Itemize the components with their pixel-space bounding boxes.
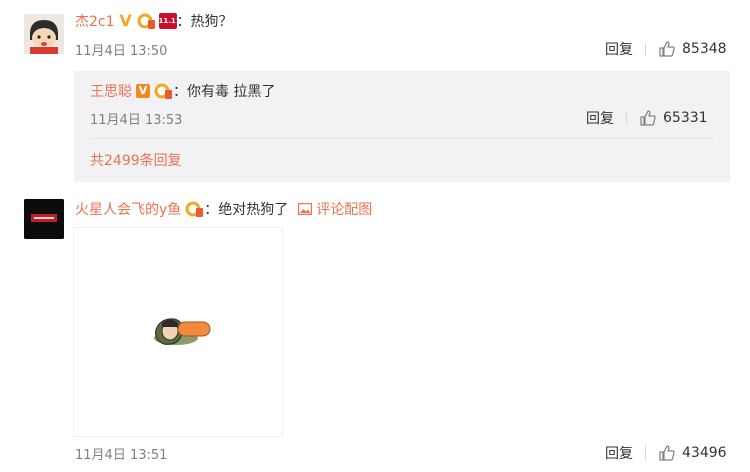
weibo-comment-list: 杰2c1 V 11.11 ：热狗？ 11月4日 13:50 回复 85348 王…	[0, 0, 750, 472]
thumbs-up-icon[interactable]	[658, 40, 676, 58]
comment-image[interactable]	[73, 227, 283, 437]
comment-timestamp: 11月4日 13:50	[75, 43, 168, 59]
comment-actions: 回复 85348	[605, 39, 727, 59]
event-11-11-badge-icon: 11.11	[158, 13, 181, 29]
like-count: 43496	[682, 445, 727, 461]
comment-picture-link[interactable]: 评论配图	[298, 199, 372, 219]
comment-header: 杰2c1 V 11.11 ：热狗？	[75, 10, 233, 32]
comment-timestamp: 11月4日 13:51	[75, 447, 168, 463]
divider	[90, 138, 714, 139]
divider	[626, 111, 627, 125]
like-count: 85348	[682, 41, 727, 57]
thumbs-up-icon[interactable]	[639, 109, 657, 127]
reply-header: 王思聪 V ：你有毒 拉黑了	[90, 80, 275, 102]
verified-v-icon: V	[119, 11, 132, 30]
reply-actions: 回复 65331	[586, 108, 708, 128]
reply-button[interactable]: 回复	[586, 108, 614, 128]
comment-header: 火星人会飞的y鱼 ：绝对热狗了 评论配图	[75, 198, 372, 220]
hotdog-sticker-icon	[154, 318, 211, 345]
reply-text: ：你有毒 拉黑了	[173, 84, 276, 100]
reply-username-link[interactable]: 王思聪	[90, 81, 132, 101]
reply-timestamp: 11月4日 13:53	[90, 112, 183, 128]
comment-text: ：绝对热狗了	[204, 202, 289, 218]
reply-button[interactable]: 回复	[605, 39, 633, 59]
like-count: 65331	[663, 110, 708, 126]
comment-text: ：热狗？	[176, 14, 233, 30]
reply-button[interactable]: 回复	[605, 443, 633, 463]
comment-actions: 回复 43496	[605, 443, 727, 463]
cartoon-avatar-icon	[24, 14, 64, 54]
verified-v-icon: V	[136, 84, 150, 98]
avatar[interactable]	[24, 199, 64, 239]
divider	[645, 42, 646, 56]
fan-badge-icon	[137, 13, 155, 29]
more-replies-link[interactable]: 共2499条回复	[90, 150, 182, 170]
divider	[645, 446, 646, 460]
fan-badge-icon	[185, 201, 204, 217]
avatar[interactable]	[24, 14, 64, 54]
fan-badge-icon	[154, 83, 172, 99]
thumbs-up-icon[interactable]	[658, 444, 676, 462]
username-link[interactable]: 火星人会飞的y鱼	[75, 199, 181, 219]
image-icon	[298, 203, 313, 215]
username-link[interactable]: 杰2c1	[75, 11, 115, 31]
comment-picture-label: 评论配图	[316, 202, 373, 218]
avatar-logo-icon	[24, 199, 64, 239]
